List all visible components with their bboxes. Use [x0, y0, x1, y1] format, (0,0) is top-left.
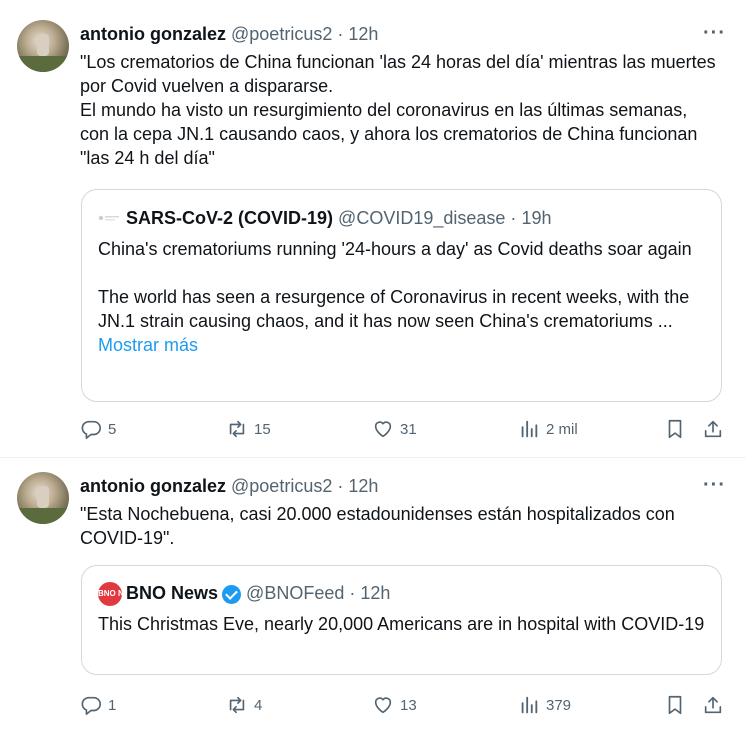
author-name[interactable]: antonio gonzalez	[80, 24, 226, 44]
tweet-text: "Esta Nochebuena, casi 20.000 estadounid…	[80, 502, 720, 550]
bno-news-logo: BNO NEWS	[98, 582, 142, 606]
author-name[interactable]: antonio gonzalez	[80, 476, 226, 496]
quoted-tweet[interactable]: BNO NEWSBNO News @BNOFeed · 12h This Chr…	[81, 565, 722, 675]
quoted-tweet-header: SARS-CoV-2 (COVID-19) @COVID19_disease ·…	[98, 208, 551, 230]
quoted-tweet-text: This Christmas Eve, nearly 20,000 Americ…	[98, 612, 708, 636]
tweet-text-line: "Esta Nochebuena, casi 20.000 estadounid…	[80, 504, 675, 548]
separator-dot: ·	[349, 582, 356, 603]
bookmark-button[interactable]	[664, 694, 686, 716]
quoted-tweet[interactable]: SARS-CoV-2 (COVID-19) @COVID19_disease ·…	[81, 189, 722, 402]
views-count: 2 mil	[546, 420, 578, 438]
repost-icon	[229, 696, 245, 714]
tweet-1[interactable]: antonio gonzalez @poetricus2 · 12h ··· "…	[0, 0, 746, 457]
like-count: 13	[400, 696, 417, 714]
heart-icon	[374, 697, 392, 714]
reply-button[interactable]: 1	[80, 694, 116, 716]
quoted-time[interactable]: 19h	[521, 208, 551, 228]
views-chart-icon	[521, 696, 538, 714]
share-button[interactable]	[702, 694, 724, 716]
repost-button[interactable]: 4	[226, 694, 262, 716]
views-count: 379	[546, 696, 572, 714]
share-icon	[704, 420, 722, 438]
more-options-icon[interactable]: ···	[703, 22, 726, 45]
source-avatar-icon	[98, 209, 120, 230]
reply-icon	[81, 420, 101, 439]
quoted-author-handle[interactable]: @COVID19_disease	[338, 208, 505, 228]
verified-badge-icon	[222, 584, 242, 604]
reply-button[interactable]: 5	[80, 418, 116, 440]
quoted-tweet-text: China's crematoriums running '24-hours a…	[98, 237, 708, 357]
quoted-paragraph: China's crematoriums running '24-hours a…	[98, 239, 692, 259]
views-button[interactable]: 2 mil	[518, 418, 578, 440]
repost-button[interactable]: 15	[226, 418, 271, 440]
author-avatar[interactable]	[17, 472, 69, 524]
repost-icon	[229, 420, 245, 438]
reply-icon	[81, 696, 101, 715]
quoted-author-name[interactable]: BNO News	[126, 583, 218, 603]
quoted-author-name[interactable]: SARS-CoV-2 (COVID-19)	[126, 208, 333, 228]
quoted-paragraph: This Christmas Eve, nearly 20,000 Americ…	[98, 614, 705, 634]
repost-count: 4	[254, 696, 263, 714]
author-handle[interactable]: @poetricus2	[231, 476, 332, 496]
tweet-text-line: El mundo ha visto un resurgimiento del c…	[80, 100, 698, 168]
tweet-time[interactable]: 12h	[348, 24, 378, 44]
tweet-actions: 1 4 13 379	[80, 694, 730, 718]
tweet-text: "Los crematorios de China funcionan 'las…	[80, 50, 720, 170]
share-button[interactable]	[702, 418, 724, 440]
separator-dot: ·	[510, 208, 517, 228]
author-avatar[interactable]	[17, 20, 69, 72]
share-icon	[704, 696, 722, 714]
reply-count: 1	[108, 696, 117, 714]
quoted-tweet-header: BNO NEWSBNO News @BNOFeed · 12h	[98, 582, 390, 606]
separator-dot: ·	[337, 476, 344, 496]
like-button[interactable]: 13	[372, 694, 417, 716]
like-count: 31	[400, 420, 417, 438]
heart-icon	[374, 421, 392, 438]
repost-count: 15	[254, 420, 271, 438]
quoted-author-handle[interactable]: @BNOFeed	[246, 583, 344, 603]
quoted-time[interactable]: 12h	[360, 583, 390, 603]
bookmark-button[interactable]	[664, 418, 686, 440]
views-chart-icon	[521, 420, 538, 438]
tweet-time[interactable]: 12h	[348, 476, 378, 496]
quoted-paragraph: The world has seen a resurgence of Coron…	[98, 287, 690, 331]
tweet-header: antonio gonzalez @poetricus2 · 12h	[80, 24, 378, 45]
tweet-header: antonio gonzalez @poetricus2 · 12h	[80, 476, 378, 497]
separator-dot: ·	[337, 24, 344, 44]
tweet-2[interactable]: antonio gonzalez @poetricus2 · 12h ··· "…	[0, 458, 746, 730]
like-button[interactable]: 31	[372, 418, 417, 440]
more-options-icon[interactable]: ···	[703, 474, 726, 497]
tweet-text-line: "Los crematorios de China funcionan 'las…	[80, 52, 716, 96]
bookmark-icon	[668, 419, 682, 439]
author-handle[interactable]: @poetricus2	[231, 24, 332, 44]
show-more-link[interactable]: Mostrar más	[98, 335, 198, 355]
reply-count: 5	[108, 420, 117, 438]
views-button[interactable]: 379	[518, 694, 571, 716]
bookmark-icon	[668, 695, 682, 715]
tweet-actions: 5 15 31 2 mil	[80, 418, 730, 442]
